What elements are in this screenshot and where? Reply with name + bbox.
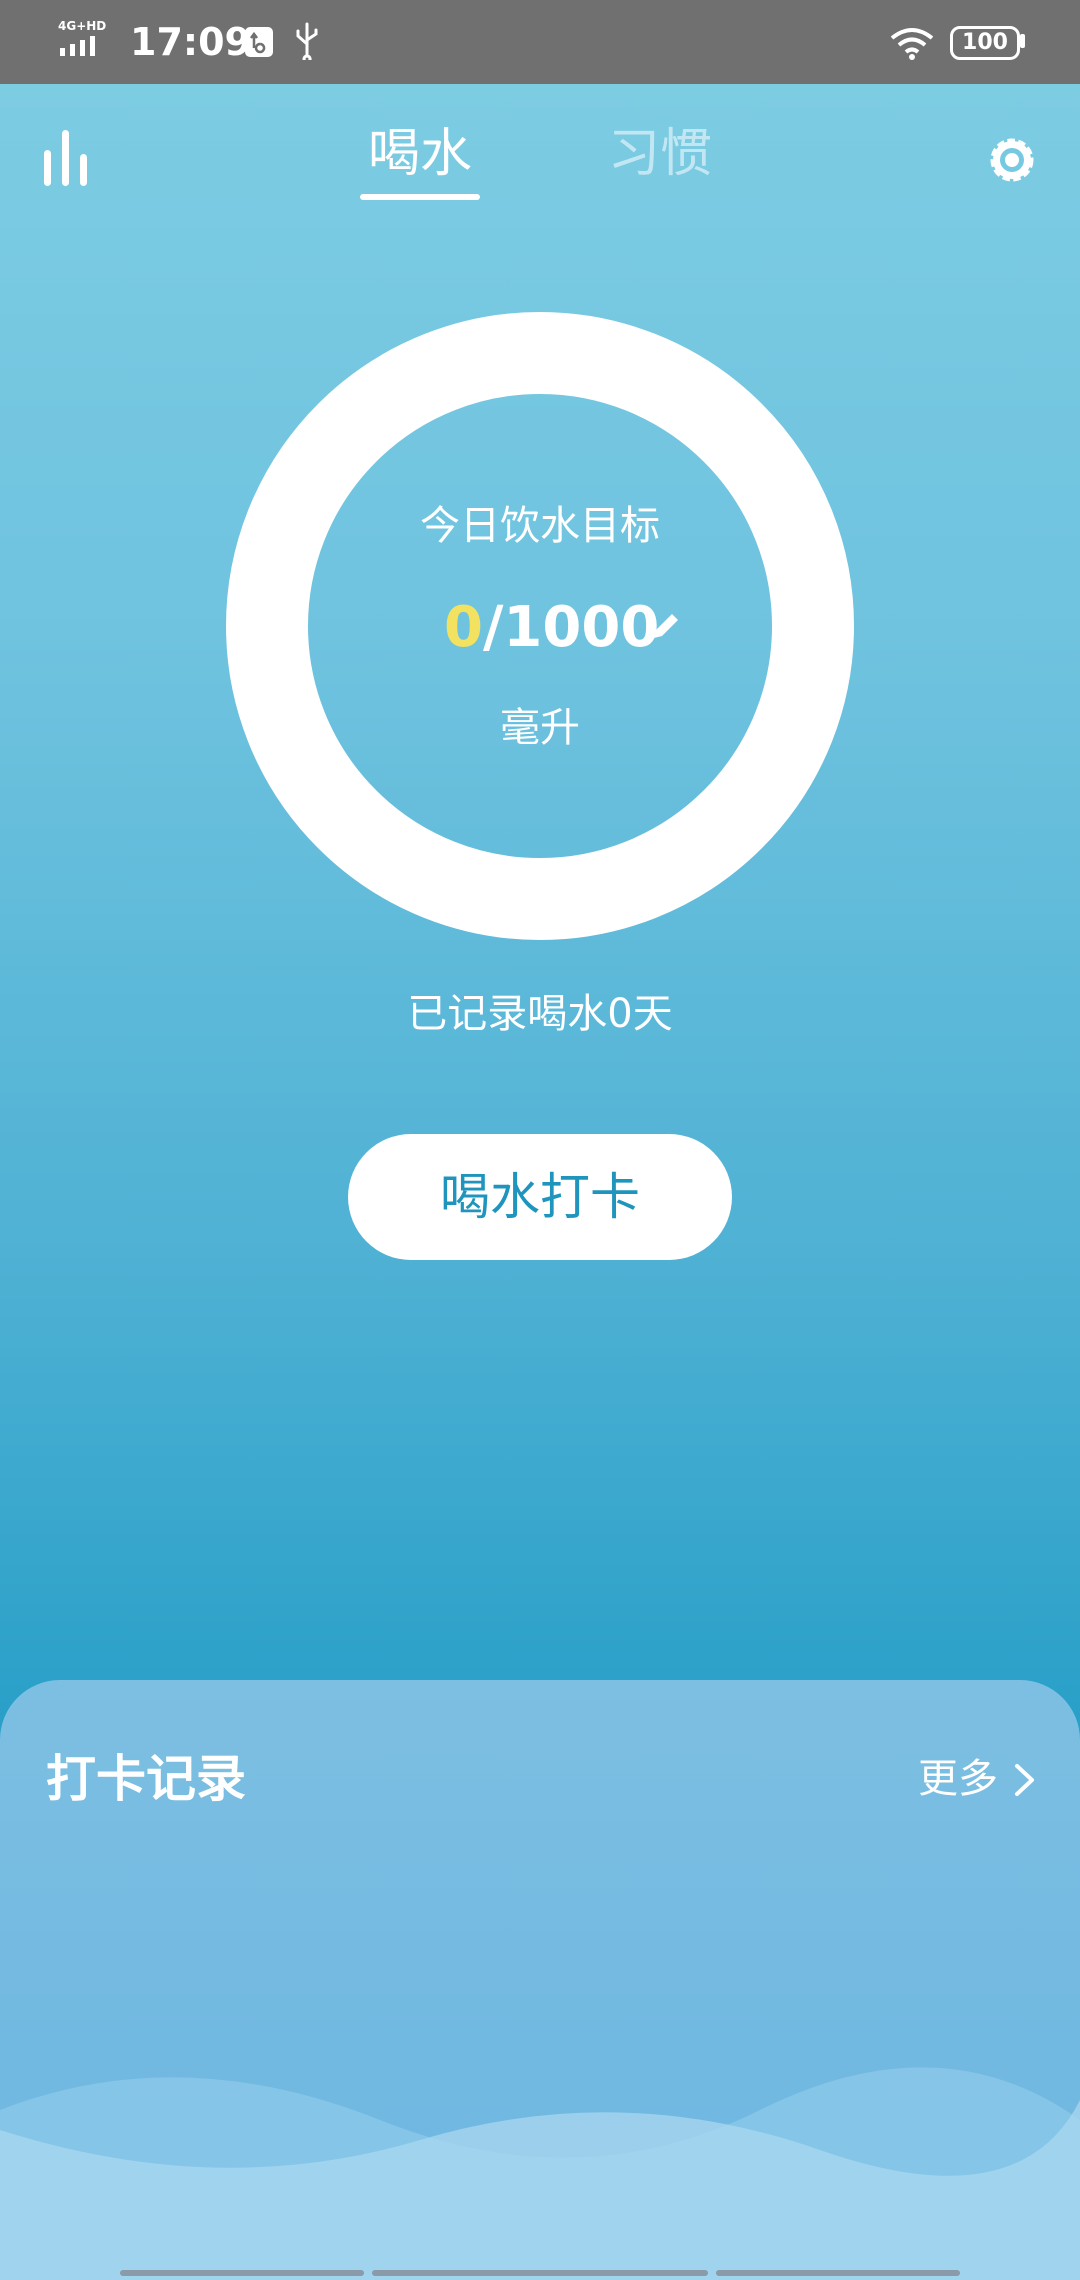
goal-target-amount: /1000 (482, 595, 660, 660)
record-days-text: 已记录喝水0天 (407, 991, 673, 1037)
usb-icon (296, 22, 318, 60)
tab-habit[interactable]: 习惯 (608, 118, 712, 190)
network-type-label: 4G+HD (58, 19, 106, 33)
goal-value: 0/1000 (444, 592, 659, 664)
battery-icon: 100 (950, 26, 1020, 60)
bar-chart-icon[interactable] (42, 128, 90, 188)
records-title: 打卡记录 (46, 1750, 246, 1808)
status-bar: 4G+HD 17:09 100 (0, 0, 1080, 84)
bottom-nav-segment (372, 2270, 708, 2276)
signal-icon: 4G+HD (58, 19, 106, 56)
usb-settings-icon (245, 27, 273, 57)
unit-label: 毫升 (500, 705, 580, 751)
records-more-link[interactable]: 更多 (918, 1750, 998, 1808)
chevron-right-icon[interactable] (1012, 1760, 1038, 1800)
battery-tip (1020, 34, 1025, 48)
bottom-nav-segment (716, 2270, 960, 2276)
status-time: 17:09 (130, 20, 251, 64)
goal-current-amount: 0 (444, 595, 483, 660)
bottom-nav-segment (120, 2270, 364, 2276)
checkin-records-panel: 打卡记录 更多 (0, 1680, 1080, 2280)
checkin-button[interactable]: 喝水打卡 (348, 1134, 732, 1260)
wifi-icon (890, 28, 934, 60)
goal-label: 今日饮水目标 (420, 503, 660, 549)
tab-active-indicator (360, 194, 480, 200)
pencil-icon[interactable] (648, 608, 684, 644)
gear-icon[interactable] (986, 134, 1038, 186)
tab-water[interactable]: 喝水 (368, 118, 472, 190)
